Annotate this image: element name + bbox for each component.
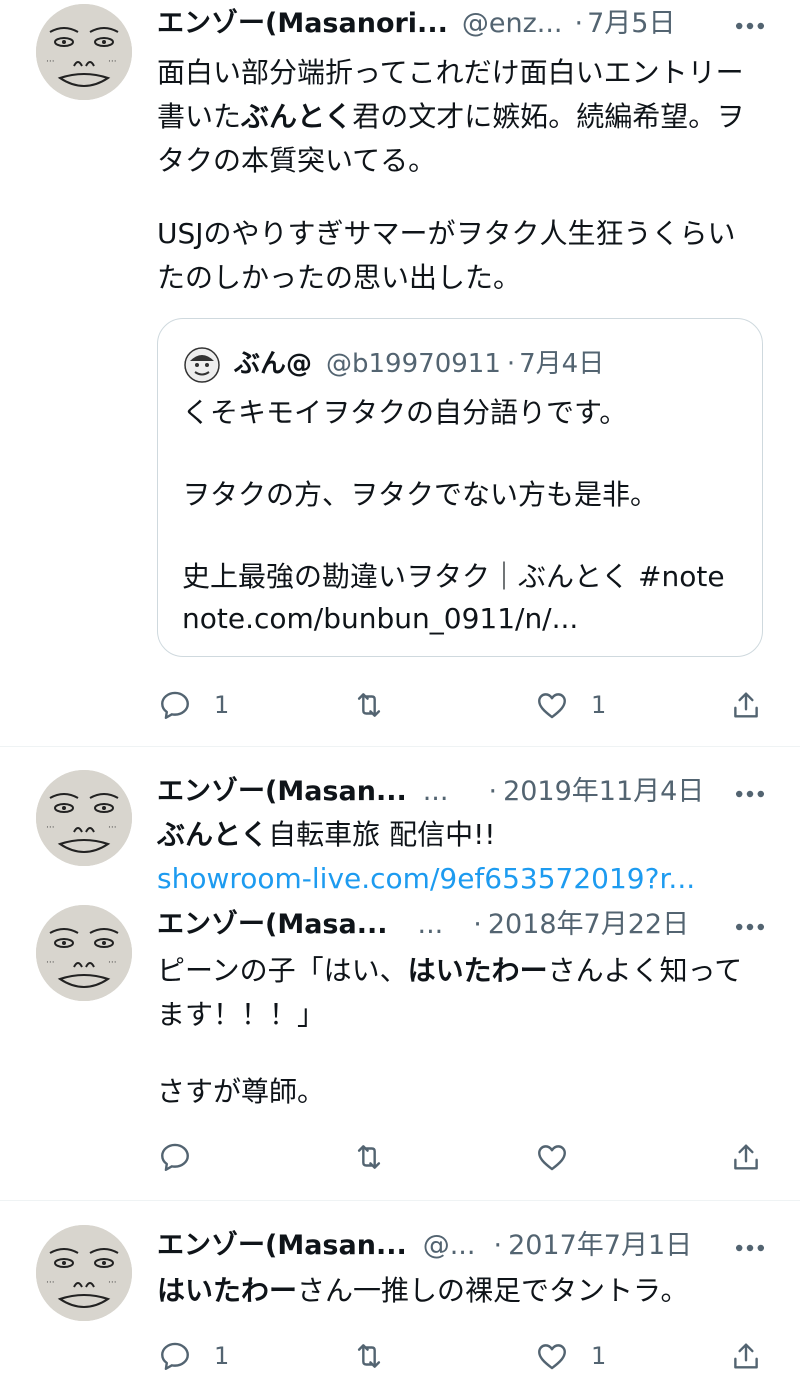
tweet-link[interactable]: showroom-live.com/9ef653572019?r... bbox=[157, 857, 695, 901]
mention-haitawa[interactable]: はいたわー bbox=[157, 1274, 297, 1307]
avatar[interactable]: ··· ··· bbox=[36, 4, 132, 100]
author-name[interactable]: エンゾー(Masa... bbox=[157, 907, 388, 943]
author-handle[interactable]: ... bbox=[423, 774, 449, 810]
tweet-divider bbox=[0, 1200, 800, 1201]
svg-text:···: ··· bbox=[46, 1278, 55, 1288]
like-icon bbox=[538, 693, 566, 719]
share-button[interactable] bbox=[729, 685, 763, 725]
like-count: 1 bbox=[591, 1342, 607, 1370]
mention-bunn[interactable]: ぶんとく bbox=[157, 818, 268, 851]
quote-line: ヲタクの方、ヲタクでない方も是非。 bbox=[182, 478, 659, 511]
quote-avatar bbox=[184, 347, 220, 383]
tweet-date[interactable]: 2019年11月4日 bbox=[503, 774, 704, 810]
like-icon bbox=[538, 1145, 566, 1171]
more-icon[interactable] bbox=[730, 1233, 770, 1263]
tweet-header: エンゾー(Masan... ... · 2019年11月4日 bbox=[157, 774, 704, 810]
avatar-face-icon: ··· ··· bbox=[36, 1225, 132, 1321]
quote-line: くそキモイヲタクの自分語りです。 bbox=[182, 396, 628, 429]
retweet-icon bbox=[357, 1145, 381, 1169]
svg-text:···: ··· bbox=[108, 57, 117, 67]
quote-author-name: ぶん@ bbox=[234, 349, 313, 379]
separator: · bbox=[473, 909, 482, 940]
svg-text:···: ··· bbox=[46, 958, 55, 968]
tweet-date[interactable]: 2017年7月1日 bbox=[508, 1228, 692, 1264]
avatar[interactable]: ··· ··· bbox=[36, 1225, 132, 1321]
quote-header: ぶん@ @b19970911 · 7月4日 bbox=[234, 346, 604, 382]
tweet-header: エンゾー(Masa... ... · 2018年7月22日 bbox=[157, 907, 689, 943]
more-icon[interactable] bbox=[730, 11, 770, 41]
tweet-line: 面白い部分端折ってこれだけ面白いエントリー bbox=[157, 56, 744, 89]
like-icon bbox=[538, 1344, 566, 1370]
quote-date: 7月4日 bbox=[519, 349, 605, 379]
tweet-line: ます！！！」 bbox=[157, 998, 326, 1031]
reply-button[interactable]: 1 bbox=[158, 685, 229, 725]
author-handle[interactable]: @... bbox=[423, 1228, 476, 1264]
tweet-date[interactable]: 7月5日 bbox=[587, 6, 675, 42]
author-handle[interactable]: @enz... bbox=[462, 6, 563, 42]
like-button[interactable]: 1 bbox=[535, 685, 606, 725]
tweet-date[interactable]: 2018年7月22日 bbox=[488, 907, 689, 943]
retweet-icon bbox=[357, 1344, 381, 1368]
quote-author-handle: @b19970911 bbox=[326, 349, 501, 379]
author-name[interactable]: エンゾー(Masan... bbox=[157, 774, 407, 810]
quote-line: 史上最強の勘違いヲタク｜ぶんとく #note bbox=[182, 560, 725, 593]
mention-bunn[interactable]: ぶんとく bbox=[241, 100, 352, 133]
reply-count: 1 bbox=[214, 691, 230, 719]
tweet-line: はいたわーさん一推しの裸足でタントラ。 bbox=[157, 1274, 689, 1307]
avatar[interactable]: ··· ··· bbox=[36, 770, 132, 866]
separator: · bbox=[493, 1230, 503, 1261]
mention-haitawa[interactable]: はいたわー bbox=[408, 954, 548, 987]
author-name[interactable]: エンゾー(Masan... bbox=[157, 1228, 407, 1264]
separator: · bbox=[488, 776, 498, 807]
avatar[interactable]: ··· ··· bbox=[36, 905, 132, 1001]
svg-text:···: ··· bbox=[108, 1278, 117, 1288]
tweet-header: エンゾー(Masanori... @enz... · 7月5日 bbox=[157, 6, 675, 42]
reply-icon bbox=[161, 1143, 189, 1171]
reply-button[interactable] bbox=[158, 1137, 192, 1177]
more-icon[interactable] bbox=[730, 912, 770, 942]
avatar-face-icon: ··· ··· bbox=[36, 4, 132, 100]
tweet-header: エンゾー(Masan... @... · 2017年7月1日 bbox=[157, 1228, 692, 1264]
quote-avatar-icon bbox=[184, 347, 220, 383]
share-button[interactable] bbox=[729, 1336, 763, 1376]
svg-text:···: ··· bbox=[46, 823, 55, 833]
quoted-tweet[interactable]: ぶん@ @b19970911 · 7月4日 くそキモイヲタクの自分語りです。 ヲ… bbox=[157, 318, 763, 657]
like-button[interactable] bbox=[535, 1137, 569, 1177]
separator: · bbox=[574, 8, 584, 39]
retweet-button[interactable] bbox=[352, 1137, 386, 1177]
tweet-line: USJのやりすぎサマーがヲタク人生狂うくらい bbox=[157, 217, 736, 250]
like-count: 1 bbox=[591, 691, 607, 719]
like-button[interactable]: 1 bbox=[535, 1336, 606, 1376]
more-icon[interactable] bbox=[730, 779, 770, 809]
retweet-button[interactable] bbox=[352, 685, 386, 725]
share-icon bbox=[734, 692, 758, 718]
tweet-line: タクの本質突いてる。 bbox=[157, 144, 437, 177]
reply-icon bbox=[161, 1342, 189, 1370]
share-icon bbox=[734, 1343, 758, 1369]
share-button[interactable] bbox=[729, 1137, 763, 1177]
separator: · bbox=[506, 349, 516, 379]
retweet-button[interactable] bbox=[352, 1336, 386, 1376]
tweet-line: たのしかったの思い出した。 bbox=[157, 261, 522, 294]
retweet-icon bbox=[357, 693, 381, 717]
svg-text:···: ··· bbox=[108, 958, 117, 968]
tweet-divider bbox=[0, 746, 800, 747]
tweet-line: ピーンの子「はい、はいたわーさんよく知って bbox=[157, 954, 743, 987]
avatar-face-icon: ··· ··· bbox=[36, 770, 132, 866]
avatar-face-icon: ··· ··· bbox=[36, 905, 132, 1001]
author-name[interactable]: エンゾー(Masanori... bbox=[157, 6, 448, 42]
tweet-line: ぶんとく自転車旅 配信中!! bbox=[157, 818, 496, 851]
svg-text:···: ··· bbox=[46, 57, 55, 67]
reply-button[interactable]: 1 bbox=[158, 1336, 229, 1376]
tweet-line: さすが尊師。 bbox=[157, 1075, 326, 1108]
quote-link[interactable]: note.com/bunbun_0911/n/... bbox=[182, 597, 578, 641]
author-handle[interactable]: ... bbox=[418, 907, 444, 943]
tweet-line: 書いたぶんとく君の文才に嫉妬。続編希望。ヲ bbox=[157, 100, 745, 133]
share-icon bbox=[734, 1144, 758, 1170]
svg-text:···: ··· bbox=[108, 823, 117, 833]
reply-icon bbox=[161, 691, 189, 719]
reply-count: 1 bbox=[214, 1342, 230, 1370]
